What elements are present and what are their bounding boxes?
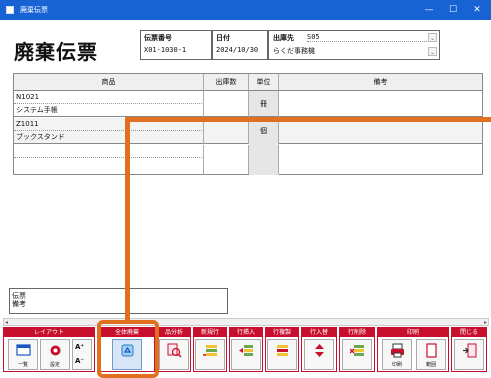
window-icon bbox=[16, 344, 31, 356]
memo-label-line2: 備考 bbox=[12, 300, 26, 308]
page-title: 廃棄伝票 bbox=[14, 40, 98, 64]
date-label: 日付 bbox=[216, 34, 230, 42]
memo-label: 伝票 備考 bbox=[12, 292, 26, 308]
magnifier-icon bbox=[167, 343, 182, 358]
duplicate-row-button[interactable] bbox=[267, 339, 297, 370]
group-delete-row: 行削除 bbox=[339, 327, 375, 372]
group-label: 新規行 bbox=[194, 328, 226, 337]
font-decrease-icon: A⁻ bbox=[75, 357, 85, 365]
callout-highlight-box bbox=[97, 320, 159, 378]
group-item-analysis: 品分析 bbox=[157, 327, 191, 372]
group-swap-row: 行入替 bbox=[301, 327, 337, 372]
memo-label-line1: 伝票 bbox=[12, 292, 26, 300]
date-value[interactable]: 2024/10/30 bbox=[216, 46, 258, 54]
settings-button[interactable]: 設定 bbox=[40, 339, 70, 370]
callout-line bbox=[125, 117, 130, 322]
chevron-down-icon[interactable]: ⌄ bbox=[428, 47, 437, 56]
up-down-arrows-icon bbox=[315, 344, 324, 357]
quantity-cell[interactable] bbox=[204, 91, 249, 117]
slip-number-value[interactable]: X01-1030-1 bbox=[144, 46, 186, 54]
destination-name-field[interactable]: らくだ事務機 bbox=[273, 46, 315, 56]
scroll-left-icon[interactable]: ◂ bbox=[5, 319, 8, 326]
group-new-row: 新規行 bbox=[193, 327, 227, 372]
chevron-down-icon[interactable]: ⌄ bbox=[428, 33, 437, 42]
column-header-unit: 単位 bbox=[249, 74, 279, 91]
app-icon bbox=[6, 6, 14, 14]
group-label: 行削除 bbox=[340, 328, 374, 337]
item-analysis-button[interactable] bbox=[159, 339, 189, 370]
insert-row-button[interactable] bbox=[231, 339, 261, 370]
delete-row-button[interactable] bbox=[342, 339, 372, 370]
close-button[interactable]: ✕ bbox=[468, 3, 486, 17]
settings-button-label: 設定 bbox=[49, 362, 60, 368]
horizontal-scrollbar[interactable]: ◂ ▸ bbox=[3, 318, 489, 326]
new-row-button[interactable] bbox=[195, 339, 225, 370]
group-label: 閉じる bbox=[452, 328, 486, 337]
font-increase-icon: A⁺ bbox=[75, 343, 85, 351]
print-button-label: 印刷 bbox=[391, 362, 402, 368]
title-bar bbox=[0, 0, 491, 20]
group-label: 行複製 bbox=[266, 328, 298, 337]
destination-label: 出庫先 bbox=[273, 34, 294, 42]
print-range-button[interactable]: 範囲 bbox=[416, 339, 446, 370]
group-print: 印刷 印刷 範囲 bbox=[377, 327, 449, 372]
list-button-label: 一覧 bbox=[17, 362, 28, 368]
copy-row-icon bbox=[277, 345, 288, 356]
maximize-button[interactable]: ☐ bbox=[444, 3, 462, 17]
print-button[interactable]: 印刷 bbox=[382, 339, 412, 370]
close-form-button[interactable] bbox=[454, 339, 484, 370]
delete-row-icon bbox=[350, 345, 364, 356]
product-code-cell[interactable] bbox=[14, 145, 204, 158]
destination-code-field[interactable]: S05 bbox=[307, 33, 427, 42]
font-size-button[interactable]: A⁺ A⁻ bbox=[72, 339, 92, 370]
group-duplicate-row: 行複製 bbox=[265, 327, 299, 372]
column-header-product: 商品 bbox=[14, 74, 204, 91]
window-title: 廃棄伝票 bbox=[20, 6, 48, 14]
slip-number-label: 伝票番号 bbox=[144, 34, 172, 42]
group-label: 行挿入 bbox=[230, 328, 262, 337]
command-ribbon: レイアウト 一覧 設定 A⁺ A⁻ 全体廃棄 品分析 新規行 行挿入 行複製 行… bbox=[3, 327, 489, 375]
group-label: 品分析 bbox=[158, 328, 190, 337]
group-label: 印刷 bbox=[378, 328, 448, 337]
gear-icon bbox=[50, 345, 61, 356]
page-icon bbox=[426, 343, 437, 358]
callout-line bbox=[125, 117, 491, 122]
list-button[interactable]: 一覧 bbox=[8, 339, 38, 370]
product-name-cell[interactable]: ブックスタンド bbox=[14, 131, 204, 144]
group-close: 閉じる bbox=[451, 327, 487, 372]
exit-door-icon bbox=[463, 343, 477, 358]
group-label: レイアウト bbox=[4, 328, 94, 337]
scroll-right-icon[interactable]: ▸ bbox=[484, 319, 487, 326]
group-label: 行入替 bbox=[302, 328, 336, 337]
group-insert-row: 行挿入 bbox=[229, 327, 263, 372]
column-header-quantity: 出庫数 bbox=[204, 74, 249, 91]
line-items-grid: 商品 出庫数 単位 備考 N1021 システム手帳 冊 Z1011 ブックスタン… bbox=[13, 73, 483, 175]
product-name-cell[interactable]: システム手帳 bbox=[14, 104, 204, 117]
product-name-cell[interactable] bbox=[14, 158, 204, 174]
printer-icon bbox=[391, 343, 404, 358]
unit-cell[interactable] bbox=[249, 145, 279, 174]
print-range-button-label: 範囲 bbox=[425, 362, 436, 368]
unit-cell[interactable]: 冊 bbox=[249, 91, 279, 117]
quantity-cell[interactable] bbox=[204, 145, 249, 174]
memo-box[interactable] bbox=[9, 288, 228, 314]
note-cell[interactable] bbox=[279, 91, 482, 117]
insert-row-icon bbox=[239, 345, 253, 356]
minimize-button[interactable]: — bbox=[420, 3, 438, 17]
group-layout: レイアウト 一覧 設定 A⁺ A⁻ bbox=[3, 327, 95, 372]
new-row-icon bbox=[203, 345, 217, 356]
column-header-note: 備考 bbox=[279, 74, 482, 91]
product-code-cell[interactable]: N1021 bbox=[14, 91, 204, 104]
swap-row-button[interactable] bbox=[304, 339, 334, 370]
